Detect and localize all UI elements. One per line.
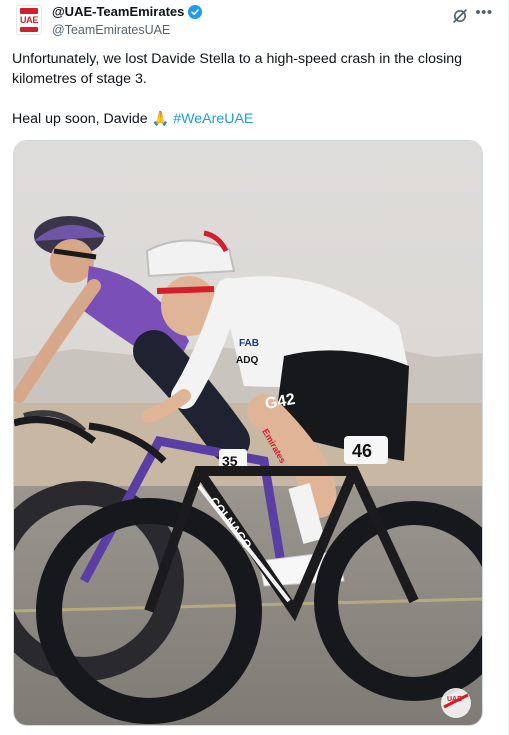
hashtag-link[interactable]: #WeAreUAE: [173, 111, 253, 127]
more-icon[interactable]: •••: [475, 4, 493, 24]
praying-hands-emoji: 🙏: [151, 111, 170, 127]
tweet-photo[interactable]: 46 35 G42 Emirates FAB ADQ COLNAGO UAE: [13, 140, 483, 726]
author-display-name[interactable]: @UAE-TeamEmirates: [52, 4, 203, 20]
watermark-text: UAE: [447, 696, 462, 703]
display-name-text[interactable]: @UAE-TeamEmirates: [52, 4, 184, 20]
author-names: @UAE-TeamEmirates @TeamEmiratesUAE: [52, 4, 203, 39]
verified-badge-icon: [188, 5, 203, 19]
jersey-fab-text: FAB: [239, 338, 259, 349]
photo-watermark: UAE: [441, 688, 471, 718]
jersey-adq-text: ADQ: [236, 355, 258, 366]
avatar-logo-text: UAE: [19, 15, 39, 25]
rider-number-plate: 46: [352, 441, 372, 461]
avatar[interactable]: UAE: [16, 5, 42, 35]
tweet-text-line1: Unfortunately, we lost Davide Stella to …: [12, 51, 463, 87]
author-handle[interactable]: @TeamEmiratesUAE: [52, 21, 202, 39]
tweet-header: UAE @UAE-TeamEmirates @TeamEmiratesUAE •…: [16, 4, 493, 40]
tweet-text-prefix: Heal up soon, Davide: [12, 111, 152, 127]
grok-icon[interactable]: [451, 7, 469, 25]
tweet-text-line2: Heal up soon, Davide 🙏 #WeAreUAE: [12, 109, 492, 129]
tweet-body: Unfortunately, we lost Davide Stella to …: [12, 49, 492, 129]
